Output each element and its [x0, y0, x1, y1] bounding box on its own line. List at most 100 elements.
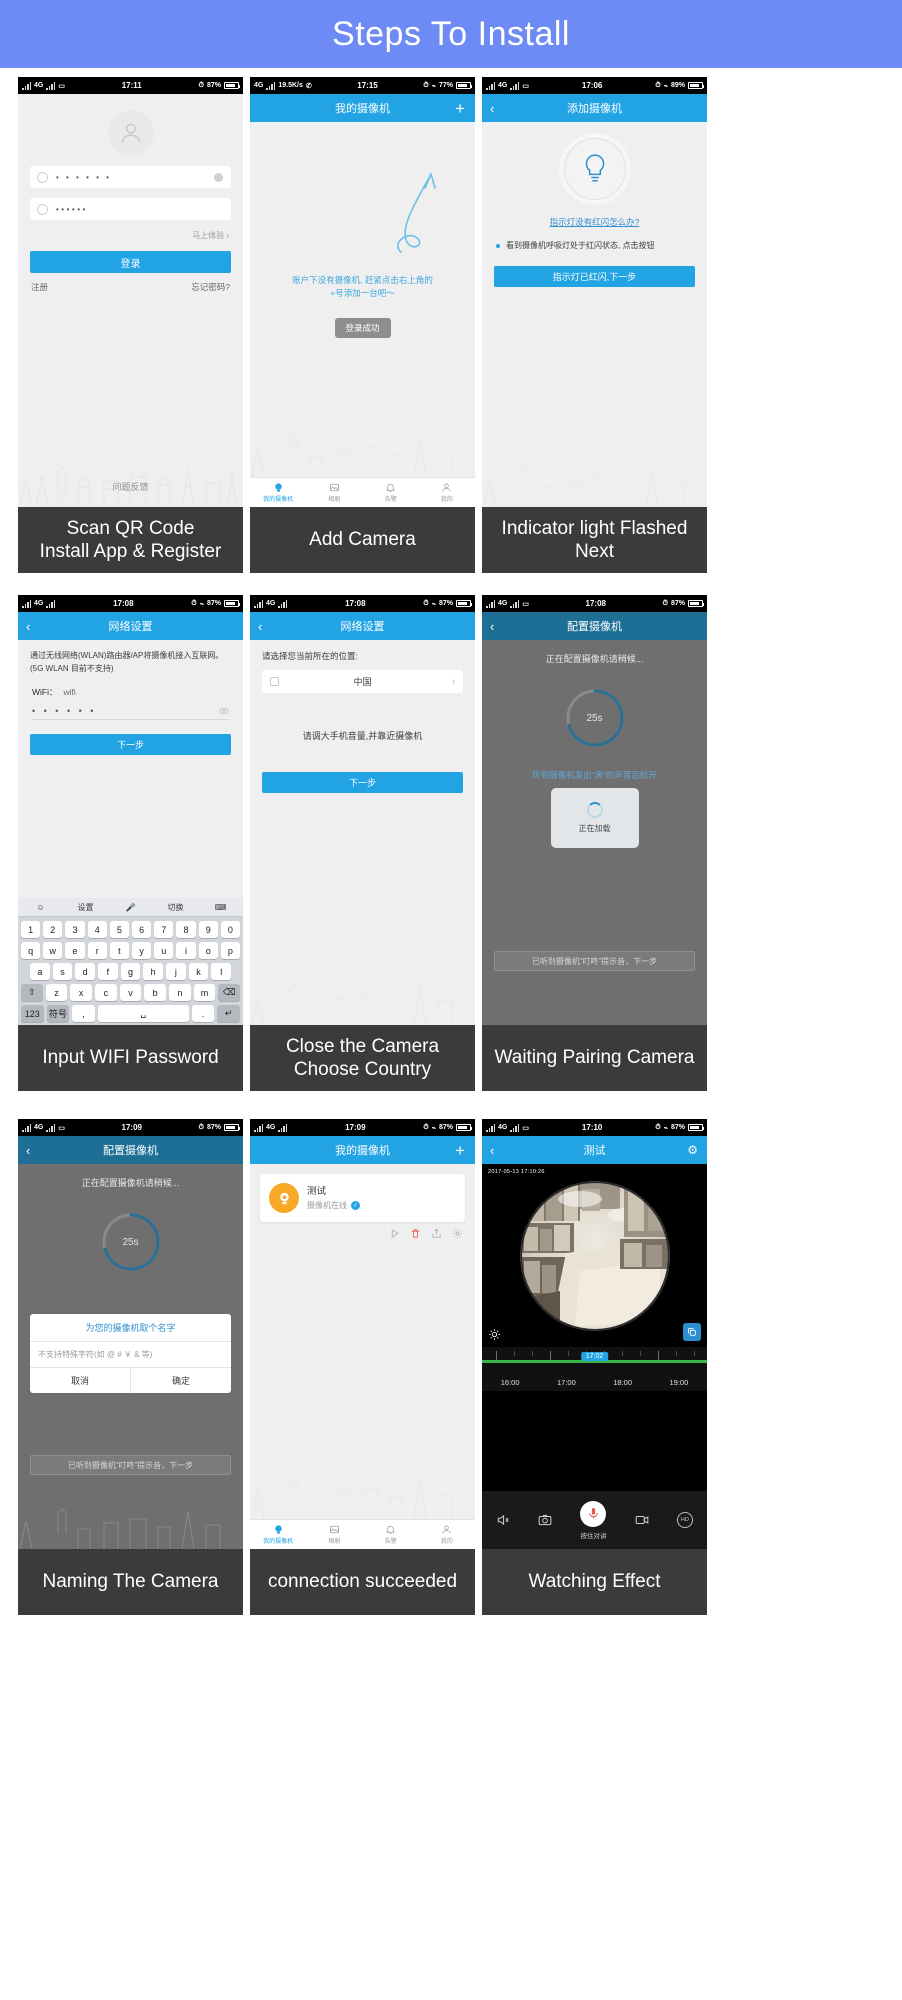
- add-camera-button[interactable]: +: [455, 100, 465, 117]
- camera-list-item[interactable]: 测试 摄像机在线 ✓: [260, 1174, 465, 1222]
- key[interactable]: x: [70, 984, 92, 1001]
- key[interactable]: 6: [132, 921, 152, 938]
- wifi-password-field[interactable]: • • • • • •: [32, 703, 229, 720]
- clear-icon[interactable]: [214, 172, 223, 182]
- trash-icon[interactable]: [410, 1228, 421, 1239]
- key[interactable]: s: [52, 963, 73, 980]
- add-camera-button[interactable]: +: [455, 1142, 465, 1159]
- talk-button[interactable]: 按住对讲: [580, 1500, 607, 1540]
- try-now-link[interactable]: 马上体验 ›: [32, 230, 229, 241]
- mic-button[interactable]: [580, 1500, 607, 1527]
- play-icon[interactable]: [389, 1228, 400, 1239]
- key[interactable]: 8: [176, 921, 196, 938]
- record-button[interactable]: [635, 1513, 649, 1527]
- help-link[interactable]: 指示灯没有红闪怎么办?: [482, 216, 707, 228]
- video-viewport[interactable]: 2017-05-13 17:10:26: [482, 1164, 707, 1347]
- back-button[interactable]: ‹: [490, 619, 494, 634]
- key[interactable]: k: [188, 963, 209, 980]
- key[interactable]: q: [20, 942, 41, 959]
- key[interactable]: a: [29, 963, 50, 980]
- video-timeline[interactable]: 17:02 16:00 17:00 18:00 19:00: [482, 1347, 707, 1391]
- key[interactable]: g: [120, 963, 141, 980]
- quality-button[interactable]: HD: [676, 1512, 693, 1528]
- key[interactable]: n: [169, 984, 191, 1001]
- next-step-button[interactable]: 下一步: [262, 772, 463, 793]
- key[interactable]: j: [166, 963, 186, 980]
- key[interactable]: v: [119, 984, 142, 1001]
- space-key[interactable]: ␣: [98, 1005, 189, 1022]
- key[interactable]: z: [45, 984, 68, 1001]
- key[interactable]: t: [109, 942, 129, 959]
- tab-album[interactable]: 相册: [306, 1520, 362, 1549]
- brightness-icon[interactable]: [488, 1328, 501, 1341]
- shift-key[interactable]: ⇧: [20, 984, 43, 1001]
- back-button[interactable]: ‹: [258, 619, 262, 634]
- virtual-keyboard[interactable]: ☺ 设置 🎤 切换 ⌨ 1 2 3 4 5 6 7 8 9 0 q w e r …: [18, 898, 243, 1025]
- enter-key[interactable]: ↵: [217, 1005, 241, 1022]
- wifi-ssid-value[interactable]: wifi: [64, 687, 76, 697]
- key[interactable]: d: [75, 963, 95, 980]
- back-button[interactable]: ‹: [26, 619, 30, 634]
- comma-key[interactable]: ,: [72, 1005, 95, 1022]
- key[interactable]: 2: [43, 921, 63, 938]
- forgot-password-link[interactable]: 忘记密码?: [191, 281, 230, 293]
- key[interactable]: c: [95, 984, 117, 1001]
- emoji-icon[interactable]: ☺: [18, 903, 63, 912]
- split-view-button[interactable]: [683, 1323, 701, 1341]
- keyboard-settings[interactable]: 设置: [63, 902, 108, 913]
- key[interactable]: w: [43, 942, 63, 959]
- period-key[interactable]: .: [191, 1005, 215, 1022]
- key[interactable]: f: [98, 963, 118, 980]
- key[interactable]: e: [65, 942, 85, 959]
- key[interactable]: l: [211, 963, 232, 980]
- next-step-button[interactable]: 下一步: [30, 733, 231, 755]
- back-button[interactable]: ‹: [490, 1143, 494, 1158]
- username-field[interactable]: • • • • • •: [30, 166, 231, 188]
- key[interactable]: 1: [20, 921, 41, 938]
- feedback-link[interactable]: 问题反馈: [18, 480, 243, 493]
- next-step-button[interactable]: 指示灯已红闪,下一步: [494, 266, 695, 288]
- tab-mine[interactable]: 我的: [419, 1520, 475, 1549]
- key[interactable]: b: [144, 984, 167, 1001]
- heard-tone-button[interactable]: 已听到摄像机“叮咚”提示音，下一步: [30, 1455, 231, 1475]
- tab-mine[interactable]: 我的: [419, 478, 475, 507]
- camera-name-input[interactable]: 不支持特殊字符(如 @ # ￥ & 等): [30, 1342, 231, 1368]
- keyboard-switch[interactable]: 切换: [153, 902, 198, 913]
- heard-tone-button[interactable]: 已听到摄像机“叮咚”提示音，下一步: [494, 951, 695, 971]
- tab-my-cameras[interactable]: 我的摄像机: [250, 478, 306, 507]
- key[interactable]: y: [132, 942, 152, 959]
- password-field[interactable]: ••••••: [30, 198, 231, 220]
- mute-button[interactable]: [496, 1513, 510, 1527]
- back-button[interactable]: ‹: [26, 1143, 30, 1158]
- key[interactable]: 3: [65, 921, 85, 938]
- key[interactable]: m: [193, 984, 216, 1001]
- numeric-key[interactable]: 123: [20, 1005, 44, 1022]
- key[interactable]: 5: [109, 921, 129, 938]
- keyboard-layout-icon[interactable]: ⌨: [198, 903, 243, 912]
- back-button[interactable]: ‹: [490, 101, 494, 116]
- key[interactable]: h: [143, 963, 164, 980]
- key[interactable]: u: [154, 942, 174, 959]
- key[interactable]: 7: [154, 921, 174, 938]
- eye-icon[interactable]: [219, 706, 229, 716]
- key[interactable]: 9: [198, 921, 218, 938]
- tab-alerts[interactable]: 告警: [363, 1520, 419, 1549]
- backspace-key[interactable]: ⌫: [218, 984, 241, 1001]
- tab-alerts[interactable]: 告警: [363, 478, 419, 507]
- share-icon[interactable]: [431, 1228, 442, 1239]
- symbol-key[interactable]: 符号: [46, 1005, 70, 1022]
- tab-my-cameras[interactable]: 我的摄像机: [250, 1520, 306, 1549]
- key[interactable]: 4: [87, 921, 107, 938]
- key[interactable]: p: [220, 942, 241, 959]
- dialog-cancel-button[interactable]: 取消: [30, 1368, 131, 1393]
- key[interactable]: o: [198, 942, 218, 959]
- tab-album[interactable]: 相册: [306, 478, 362, 507]
- country-select[interactable]: 中国 ›: [262, 670, 463, 693]
- snapshot-button[interactable]: [538, 1513, 552, 1527]
- key[interactable]: i: [176, 942, 196, 959]
- key[interactable]: r: [87, 942, 107, 959]
- register-link[interactable]: 注册: [31, 281, 48, 293]
- gear-icon[interactable]: ⚙: [687, 1143, 698, 1157]
- login-button[interactable]: 登录: [30, 251, 231, 273]
- key[interactable]: 0: [220, 921, 241, 938]
